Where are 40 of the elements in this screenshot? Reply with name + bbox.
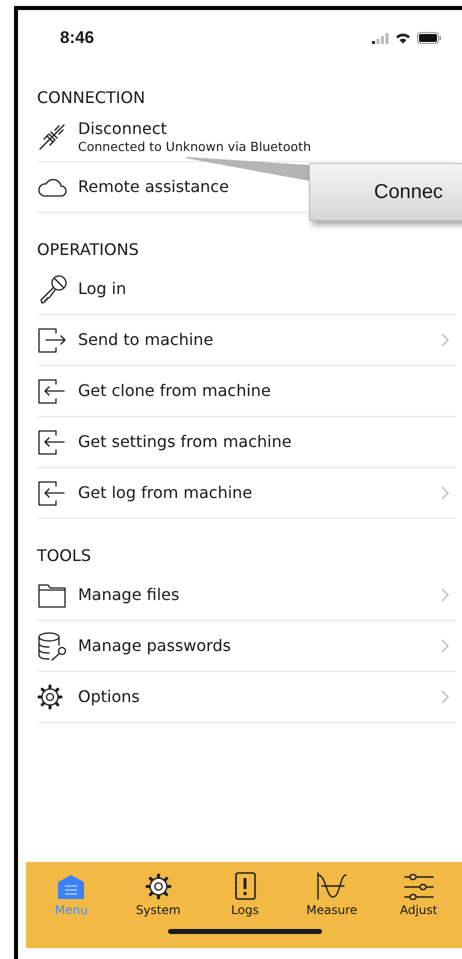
section-header: TOOLS [37,546,92,566]
callout-text: Connec [374,180,443,204]
settings-icon [144,873,172,900]
section-header: CONNECTION [37,88,146,108]
section-header: OPERATIONS [37,240,139,260]
home-icon [57,874,86,900]
item-label: Options [78,687,140,707]
menu-item[interactable]: Send to machine [37,315,456,366]
menu-item[interactable]: Options [37,672,456,723]
wave-icon [316,872,348,900]
item-label: Get log from machine [78,483,252,503]
tab[interactable]: Adjust [375,872,462,918]
tab[interactable]: Measure [288,872,376,918]
item-label: Manage passwords [78,636,231,656]
tab[interactable]: System [114,872,202,918]
item-label: Send to machine [78,330,214,350]
menu-item[interactable]: Log in [37,264,456,315]
item-label: Get settings from machine [78,432,292,452]
notebook-icon [234,872,256,900]
menu-item[interactable]: Get log from machine [37,468,456,519]
sliders-icon [404,874,434,900]
status-time: 8:46 [60,27,94,49]
item-label: Remote assistance [78,177,229,197]
battery-icon [417,32,442,44]
settings-icon [37,684,63,710]
menu-item[interactable]: Get settings from machine [37,417,456,468]
item-subtitle: Connected to Unknown via Bluetooth [78,138,311,154]
folder-icon [37,582,67,608]
menu-item[interactable]: Manage files [37,570,456,621]
item-label: Manage files [78,585,180,605]
item-label: Get clone from machine [78,381,271,401]
signal-icon [372,32,389,44]
wifi-icon [395,32,411,44]
database-key-icon [37,631,69,661]
menu-item[interactable]: Manage passwords [37,621,456,672]
menu-item[interactable]: Get clone from machine [37,366,456,417]
cloud-icon [37,176,67,198]
item-label: Disconnect [78,118,167,138]
tab[interactable]: Logs [202,872,288,918]
item-label: Log in [78,279,126,299]
